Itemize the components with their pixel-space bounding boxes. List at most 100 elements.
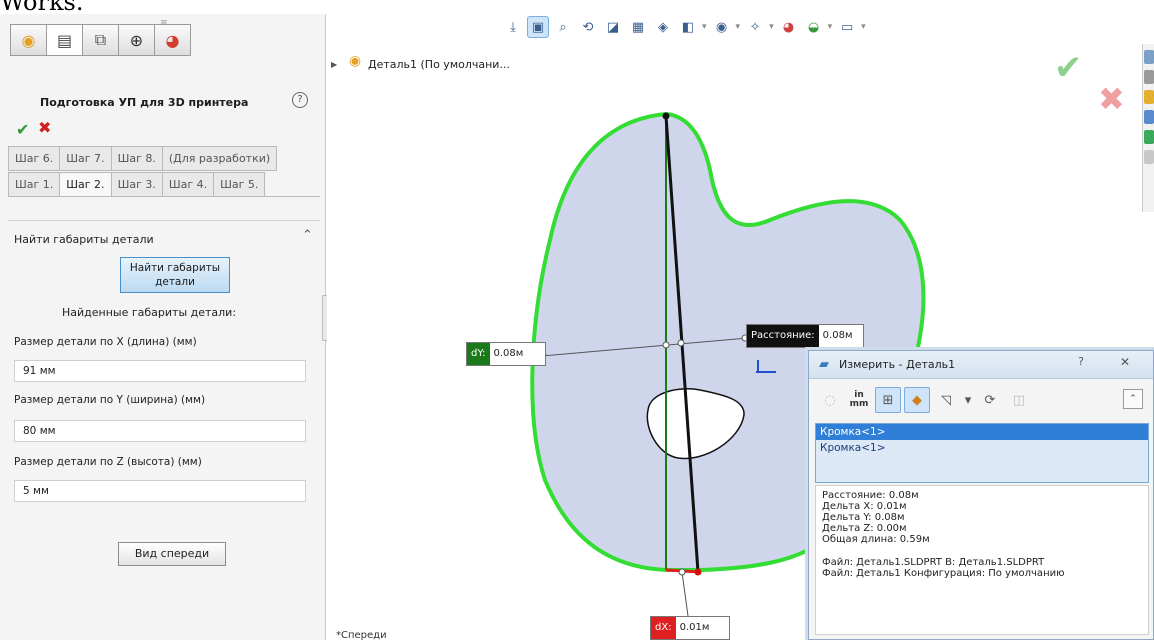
history-icon[interactable]: ⟳ xyxy=(977,387,1003,413)
tab-dev[interactable]: (Для разработки) xyxy=(161,146,278,171)
unit-bottom: mm xyxy=(849,399,869,409)
selection-list[interactable]: Кромка<1> Кромка<1> xyxy=(815,423,1149,483)
tab-step-1[interactable]: Шаг 1. xyxy=(8,172,61,197)
close-icon[interactable]: ✕ xyxy=(1113,355,1137,373)
resources-icon[interactable] xyxy=(1144,50,1154,64)
design-library-icon[interactable] xyxy=(1144,70,1154,84)
confirm-cancel-icon[interactable]: ✖ xyxy=(1098,80,1125,118)
visibility-icon[interactable]: ✧ xyxy=(744,16,766,38)
tab-step-3[interactable]: Шаг 3. xyxy=(110,172,163,197)
heads-up-view-toolbar: ⤓ ▣ ⌕ ⟲ ◪ ▦ ◈ ◧ ▾ ◉ ▾ ✧ ▾ ◕ ◒ ▾ ▭ ▾ xyxy=(502,16,870,38)
edit-appearance-icon[interactable]: ◕ xyxy=(778,16,800,38)
distance-callout-value: 0.08м xyxy=(822,330,853,341)
projection-icon[interactable]: ◹ xyxy=(933,387,959,413)
visibility-dropdown-icon[interactable]: ▾ xyxy=(769,22,774,32)
steps-row-bottom: Шаг 1. Шаг 2. Шаг 3. Шаг 4. Шаг 5. xyxy=(8,172,266,197)
top-vertex xyxy=(662,112,670,120)
list-item[interactable]: Кромка<1> xyxy=(816,440,1148,456)
result-file: Файл: Деталь1.SLDPRT В: Деталь1.SLDPRT xyxy=(822,557,1045,568)
view-settings-icon[interactable]: ▭ xyxy=(836,16,858,38)
tab-step-2[interactable]: Шаг 2. xyxy=(59,172,112,197)
distance-callout: Расстояние: 0.08м xyxy=(746,324,864,348)
part-icon: ◉ xyxy=(348,53,362,69)
result-delta-z: Дельта Z: 0.00м xyxy=(822,523,907,534)
view-orientation-label: *Спереди xyxy=(336,630,387,640)
measure-results: Расстояние: 0.08м Дельта X: 0.01м Дельта… xyxy=(815,485,1149,635)
dx-leader-line xyxy=(681,571,689,617)
zoom-fit-icon[interactable]: ▣ xyxy=(527,16,549,38)
hide-show-icon[interactable]: ◉ xyxy=(711,16,733,38)
display-style-dropdown-icon[interactable]: ▾ xyxy=(702,22,707,32)
create-sensor-icon[interactable]: ◫ xyxy=(1006,387,1032,413)
orient-icon[interactable]: ⤓ xyxy=(502,16,524,38)
apply-scene-icon[interactable]: ◒ xyxy=(803,16,825,38)
steps-row-top: Шаг 6. Шаг 7. Шаг 8. (Для разработки) xyxy=(8,146,278,171)
tab-step-7[interactable]: Шаг 7. xyxy=(59,146,112,171)
custom-properties-icon[interactable] xyxy=(1144,150,1154,164)
feature-manager-icon[interactable]: ▤ xyxy=(46,24,83,56)
x-size-field[interactable]: 91 мм xyxy=(14,360,306,382)
task-pane-strip xyxy=(1142,44,1154,212)
point-to-point-icon[interactable]: ◆ xyxy=(904,387,930,413)
tabs-divider xyxy=(8,196,320,197)
help-icon[interactable]: ? xyxy=(292,92,308,108)
measure-dialog: ▰ Измерить - Деталь1 ? ✕ ◌ in mm ⊞ ◆ ◹ ▾… xyxy=(808,350,1154,640)
group-title: Найти габариты детали xyxy=(14,233,154,246)
z-size-field[interactable]: 5 мм xyxy=(14,480,306,502)
cube-icon[interactable]: ◉ xyxy=(10,24,47,56)
tab-step-5[interactable]: Шаг 5. xyxy=(213,172,266,197)
previous-view-icon[interactable]: ⟲ xyxy=(577,16,599,38)
appearance-icon[interactable]: ◕ xyxy=(154,24,191,56)
property-manager-icon[interactable]: ⧉ xyxy=(82,24,119,56)
zoom-area-icon[interactable]: ⌕ xyxy=(552,16,574,38)
appearances-icon[interactable] xyxy=(1144,130,1154,144)
group-divider xyxy=(8,220,320,221)
find-button-line1: Найти габариты xyxy=(129,262,221,274)
dy-callout: dY: 0.08м xyxy=(466,342,546,366)
confirm-ok-icon[interactable]: ✔ xyxy=(1054,48,1083,88)
show-xyz-icon[interactable]: ⊞ xyxy=(875,387,901,413)
front-view-button[interactable]: Вид спереди xyxy=(118,542,226,566)
section-view-icon[interactable]: ◪ xyxy=(602,16,624,38)
collapse-dialog-button[interactable]: ⌃ xyxy=(1123,389,1143,409)
dropdown-icon[interactable]: ▾ xyxy=(962,387,974,413)
result-delta-x: Дельта X: 0.01м xyxy=(822,501,907,512)
panel-title: Подготовка УП для 3D принтера xyxy=(40,96,249,109)
tree-expand-icon[interactable]: ▶ xyxy=(331,60,337,69)
y-size-label: Размер детали по Y (ширина) (мм) xyxy=(14,394,206,406)
tab-step-4[interactable]: Шаг 4. xyxy=(161,172,215,197)
crosshair-icon[interactable]: ⊕ xyxy=(118,24,155,56)
tab-step-8[interactable]: Шаг 8. xyxy=(110,146,163,171)
result-delta-y: Дельта Y: 0.08м xyxy=(822,512,905,523)
display-style-icon[interactable]: ◧ xyxy=(677,16,699,38)
measure-toolbar: ◌ in mm ⊞ ◆ ◹ ▾ ⟳ ◫ xyxy=(817,385,1147,415)
view-orientation-icon[interactable]: ◈ xyxy=(652,16,674,38)
chevron-up-icon[interactable]: ⌃ xyxy=(302,228,313,243)
result-distance: Расстояние: 0.08м xyxy=(822,490,919,501)
ok-icon[interactable]: ✔ xyxy=(16,120,29,139)
measure-dialog-titlebar[interactable]: ▰ Измерить - Деталь1 ? ✕ xyxy=(809,351,1153,379)
tree-item-part[interactable]: Деталь1 (По умолчани... xyxy=(368,58,510,71)
y-size-field[interactable]: 80 мм xyxy=(14,420,306,442)
view-palette-icon[interactable] xyxy=(1144,110,1154,124)
file-explorer-icon[interactable] xyxy=(1144,90,1154,104)
arc-circle-options-icon[interactable]: ◌ xyxy=(817,387,843,413)
cancel-icon[interactable]: ✖ xyxy=(38,118,51,137)
tab-step-6[interactable]: Шаг 6. xyxy=(8,146,61,171)
help-icon[interactable]: ? xyxy=(1069,355,1093,373)
scene-dropdown-icon[interactable]: ▾ xyxy=(828,22,833,32)
units-precision-button[interactable]: in mm xyxy=(846,387,872,413)
bottom-vertex xyxy=(694,568,702,576)
find-dimensions-button[interactable]: Найти габариты детали xyxy=(120,257,230,293)
find-button-line2: детали xyxy=(155,276,195,288)
dynamic-annotation-icon[interactable]: ▦ xyxy=(627,16,649,38)
leader-point-3 xyxy=(677,339,685,347)
dx-callout-value: 0.01м xyxy=(679,622,710,633)
measure-icon: ▰ xyxy=(819,357,829,372)
list-item[interactable]: Кромка<1> xyxy=(816,424,1148,440)
view-settings-dropdown-icon[interactable]: ▾ xyxy=(861,22,866,32)
measure-dialog-title: Измерить - Деталь1 xyxy=(839,358,956,371)
manager-tabs: ◉ ▤ ⧉ ⊕ ◕ xyxy=(10,24,191,56)
hide-show-dropdown-icon[interactable]: ▾ xyxy=(736,22,741,32)
result-config: Файл: Деталь1 Конфигурация: По умолчанию xyxy=(822,568,1065,579)
